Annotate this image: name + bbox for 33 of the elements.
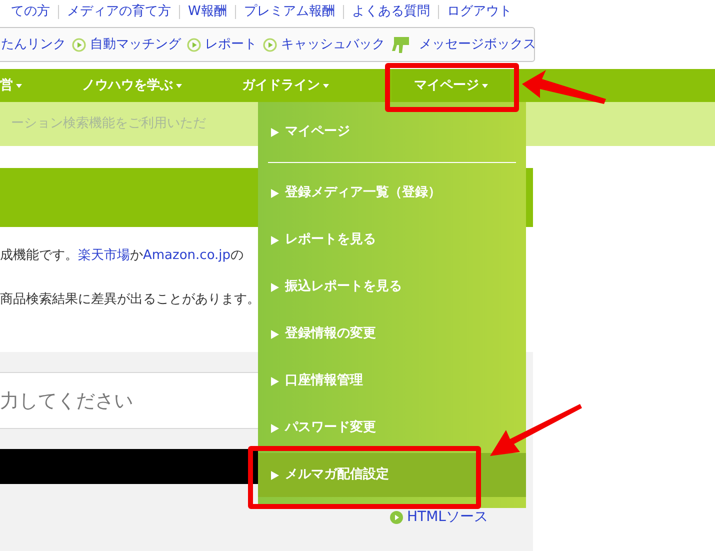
triangle-icon bbox=[271, 188, 279, 198]
header-link[interactable]: ログアウト bbox=[438, 5, 520, 19]
play-icon bbox=[72, 38, 86, 52]
header-link[interactable]: メディアの育て方 bbox=[58, 5, 179, 19]
caret-icon bbox=[16, 84, 22, 88]
shortcut-link[interactable]: メッセージボックス bbox=[391, 34, 536, 54]
triangle-icon bbox=[271, 424, 279, 432]
caret-icon bbox=[176, 84, 182, 88]
shortcut-link[interactable]: レポート bbox=[187, 34, 257, 54]
html-source-link[interactable]: HTMLソース bbox=[390, 509, 533, 525]
shortcut-link[interactable]: 自動マッチング bbox=[72, 34, 181, 54]
store-link[interactable]: 楽天市場 bbox=[78, 248, 130, 263]
header-link[interactable]: プレミアム報酬 bbox=[234, 5, 343, 19]
header-link[interactable]: よくある質問 bbox=[342, 5, 438, 19]
header-link[interactable]: W報酬 bbox=[179, 5, 235, 19]
store-link[interactable]: Amazon.co.jp bbox=[143, 248, 231, 263]
triangle-icon bbox=[271, 282, 279, 292]
play-icon bbox=[390, 510, 403, 524]
play-icon bbox=[263, 38, 277, 52]
play-icon bbox=[187, 38, 201, 52]
triangle-icon bbox=[271, 330, 279, 338]
triangle-icon bbox=[271, 470, 279, 480]
triangle-icon bbox=[271, 128, 279, 136]
triangle-icon bbox=[271, 376, 279, 386]
header-link[interactable]: ての方 bbox=[0, 5, 58, 19]
caret-icon bbox=[482, 84, 488, 88]
triangle-icon bbox=[271, 236, 279, 244]
message-board-icon bbox=[391, 36, 411, 54]
description-text: 商品検索結果に差異が出ることがあります。 bbox=[0, 291, 261, 309]
description-text: 成機能です。楽天市場かAmazon.co.jpの bbox=[0, 247, 245, 265]
caret-icon bbox=[323, 84, 329, 88]
shortcut-link[interactable]: キャッシュバック bbox=[263, 34, 385, 54]
shortcut-link[interactable]: たんリンク bbox=[1, 34, 66, 54]
